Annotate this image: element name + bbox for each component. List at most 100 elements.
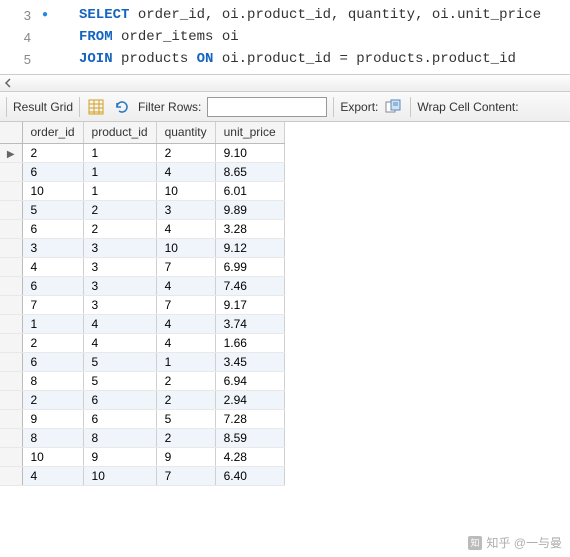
cell[interactable]: 3 (83, 238, 156, 257)
column-header[interactable]: product_id (83, 122, 156, 143)
cell[interactable]: 6.40 (215, 466, 284, 485)
collapse-bar[interactable] (0, 74, 570, 92)
column-header[interactable]: quantity (156, 122, 215, 143)
row-indicator[interactable] (0, 466, 22, 485)
cell[interactable]: 2 (156, 371, 215, 390)
grid-view-icon[interactable] (86, 97, 106, 117)
editor-line[interactable]: 4FROM order_items oi (0, 26, 570, 48)
cell[interactable]: 4 (156, 333, 215, 352)
table-row[interactable]: 41076.40 (0, 466, 284, 485)
cell[interactable]: 4 (156, 162, 215, 181)
cell[interactable]: 8.65 (215, 162, 284, 181)
table-row[interactable]: 10994.28 (0, 447, 284, 466)
row-indicator[interactable] (0, 352, 22, 371)
cell[interactable]: 5 (22, 200, 83, 219)
row-indicator[interactable] (0, 238, 22, 257)
cell[interactable]: 4 (22, 466, 83, 485)
cell[interactable]: 3 (22, 238, 83, 257)
table-row[interactable]: 2441.66 (0, 333, 284, 352)
cell[interactable]: 2.94 (215, 390, 284, 409)
cell[interactable]: 9 (22, 409, 83, 428)
row-indicator[interactable] (0, 276, 22, 295)
cell[interactable]: 7.46 (215, 276, 284, 295)
cell[interactable]: 7 (22, 295, 83, 314)
cell[interactable]: 4 (22, 257, 83, 276)
cell[interactable]: 1 (83, 162, 156, 181)
cell[interactable]: 4 (156, 219, 215, 238)
cell[interactable]: 8 (83, 428, 156, 447)
cell[interactable]: 6 (22, 162, 83, 181)
table-row[interactable]: 8828.59 (0, 428, 284, 447)
table-row[interactable]: 6243.28 (0, 219, 284, 238)
cell[interactable]: 2 (22, 390, 83, 409)
editor-line[interactable]: 3●SELECT order_id, oi.product_id, quanti… (0, 4, 570, 26)
cell[interactable]: 2 (22, 143, 83, 162)
cell[interactable]: 3.74 (215, 314, 284, 333)
cell[interactable]: 9.89 (215, 200, 284, 219)
cell[interactable]: 6 (22, 219, 83, 238)
table-row[interactable]: 101106.01 (0, 181, 284, 200)
row-indicator[interactable] (0, 390, 22, 409)
row-indicator[interactable] (0, 428, 22, 447)
table-row[interactable]: 6513.45 (0, 352, 284, 371)
row-indicator[interactable] (0, 314, 22, 333)
cell[interactable]: 7 (156, 257, 215, 276)
row-indicator[interactable] (0, 200, 22, 219)
table-row[interactable]: 1443.74 (0, 314, 284, 333)
table-row[interactable]: 33109.12 (0, 238, 284, 257)
table-row[interactable]: 2622.94 (0, 390, 284, 409)
cell[interactable]: 4 (83, 333, 156, 352)
table-row[interactable]: 7379.17 (0, 295, 284, 314)
cell[interactable]: 6.94 (215, 371, 284, 390)
table-row[interactable]: 6148.65 (0, 162, 284, 181)
row-indicator[interactable] (0, 181, 22, 200)
cell[interactable]: 10 (22, 181, 83, 200)
cell[interactable]: 9.10 (215, 143, 284, 162)
cell[interactable]: 2 (83, 200, 156, 219)
cell[interactable]: 2 (156, 428, 215, 447)
cell[interactable]: 1 (156, 352, 215, 371)
cell[interactable]: 1 (22, 314, 83, 333)
cell[interactable]: 6 (22, 276, 83, 295)
cell[interactable]: 7.28 (215, 409, 284, 428)
row-indicator[interactable] (0, 371, 22, 390)
refresh-icon[interactable] (112, 97, 132, 117)
column-header[interactable]: order_id (22, 122, 83, 143)
cell[interactable]: 6 (22, 352, 83, 371)
export-icon[interactable] (384, 97, 404, 117)
row-indicator[interactable] (0, 447, 22, 466)
table-row[interactable]: ▶2129.10 (0, 143, 284, 162)
cell[interactable]: 10 (22, 447, 83, 466)
table-row[interactable]: 4376.99 (0, 257, 284, 276)
cell[interactable]: 2 (22, 333, 83, 352)
cell[interactable]: 8.59 (215, 428, 284, 447)
code-text[interactable]: FROM order_items oi (55, 29, 239, 45)
cell[interactable]: 9.12 (215, 238, 284, 257)
cell[interactable]: 6.99 (215, 257, 284, 276)
row-indicator[interactable] (0, 162, 22, 181)
cell[interactable]: 3.28 (215, 219, 284, 238)
cell[interactable]: 9 (156, 447, 215, 466)
cell[interactable]: 6 (83, 409, 156, 428)
filter-rows-input[interactable] (207, 97, 327, 117)
row-indicator[interactable] (0, 409, 22, 428)
cell[interactable]: 9.17 (215, 295, 284, 314)
cell[interactable]: 7 (156, 466, 215, 485)
editor-line[interactable]: 5JOIN products ON oi.product_id = produc… (0, 48, 570, 70)
code-text[interactable]: JOIN products ON oi.product_id = product… (55, 51, 516, 67)
cell[interactable]: 3.45 (215, 352, 284, 371)
cell[interactable]: 2 (156, 390, 215, 409)
cell[interactable]: 1 (83, 143, 156, 162)
cell[interactable]: 4 (156, 314, 215, 333)
cell[interactable]: 8 (22, 371, 83, 390)
row-indicator[interactable] (0, 257, 22, 276)
cell[interactable]: 4.28 (215, 447, 284, 466)
cell[interactable]: 3 (83, 295, 156, 314)
cell[interactable]: 1 (83, 181, 156, 200)
table-row[interactable]: 5239.89 (0, 200, 284, 219)
cell[interactable]: 8 (22, 428, 83, 447)
sql-editor[interactable]: 3●SELECT order_id, oi.product_id, quanti… (0, 0, 570, 74)
cell[interactable]: 5 (83, 371, 156, 390)
table-row[interactable]: 8526.94 (0, 371, 284, 390)
cell[interactable]: 5 (156, 409, 215, 428)
